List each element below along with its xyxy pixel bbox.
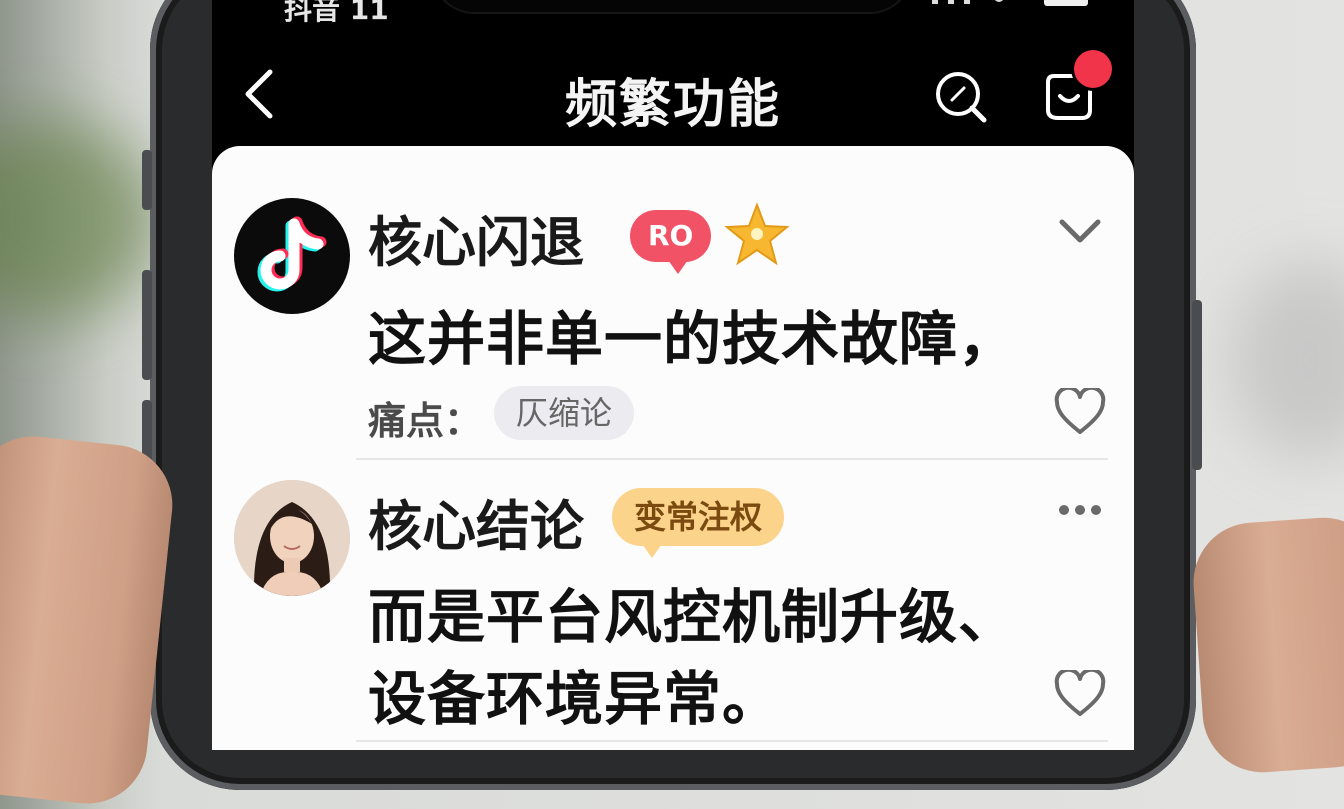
tiktok-icon xyxy=(257,216,327,292)
divider xyxy=(356,458,1108,460)
content-card: 核心闪退 RO 这并非单一的技术故障， 痛点： 仄缩论 核心结论 变常注权 而是… xyxy=(212,146,1134,750)
phone-volume-up xyxy=(142,270,152,380)
user-avatar[interactable] xyxy=(234,480,350,596)
post-body: 这并非单一的技术故障， xyxy=(368,305,1018,373)
search-icon xyxy=(936,72,987,123)
status-icons xyxy=(932,0,1088,6)
more-icon[interactable] xyxy=(1058,502,1102,518)
divider xyxy=(356,740,1108,742)
tag-chip[interactable]: 仄缩论 xyxy=(494,386,635,440)
status-carrier: 抖音 11 xyxy=(284,0,389,26)
post-title: 核心结论 xyxy=(368,495,584,558)
heart-icon[interactable] xyxy=(1054,388,1106,436)
star-icon xyxy=(724,202,790,266)
notification-dot xyxy=(1074,50,1112,88)
phone-side-button xyxy=(142,150,152,210)
phone-power-button xyxy=(1192,300,1202,470)
status-badge: 变常注权 xyxy=(612,488,785,558)
background-blur xyxy=(1230,260,1344,460)
chevron-down-icon[interactable] xyxy=(1058,216,1102,246)
top-nav: 频繁功能 xyxy=(212,46,1134,142)
post-body-line-2: 设备环境异常。 xyxy=(368,665,782,733)
pain-point-label: 痛点： xyxy=(368,399,483,443)
heart-icon[interactable] xyxy=(1054,670,1106,718)
status-badge: RO xyxy=(630,210,712,274)
phone-screen: 抖音 11 频繁功能 核心闪退 RO 这并非单一的技术故障， 痛点： 仄缩论 核… xyxy=(212,0,1134,750)
post-title: 核心闪退 xyxy=(368,211,584,274)
battery-icon xyxy=(1044,0,1088,6)
user-photo xyxy=(234,480,350,596)
notch xyxy=(434,0,910,12)
page-title: 频繁功能 xyxy=(564,75,781,135)
post-body-line-1: 而是平台风控机制升级、 xyxy=(368,583,1018,651)
wifi-icon xyxy=(994,0,1004,2)
background-foliage xyxy=(0,120,160,320)
left-thumb xyxy=(0,430,179,809)
search-button[interactable] xyxy=(934,70,990,126)
right-finger xyxy=(1189,513,1344,777)
tiktok-logo-avatar[interactable] xyxy=(234,198,350,314)
